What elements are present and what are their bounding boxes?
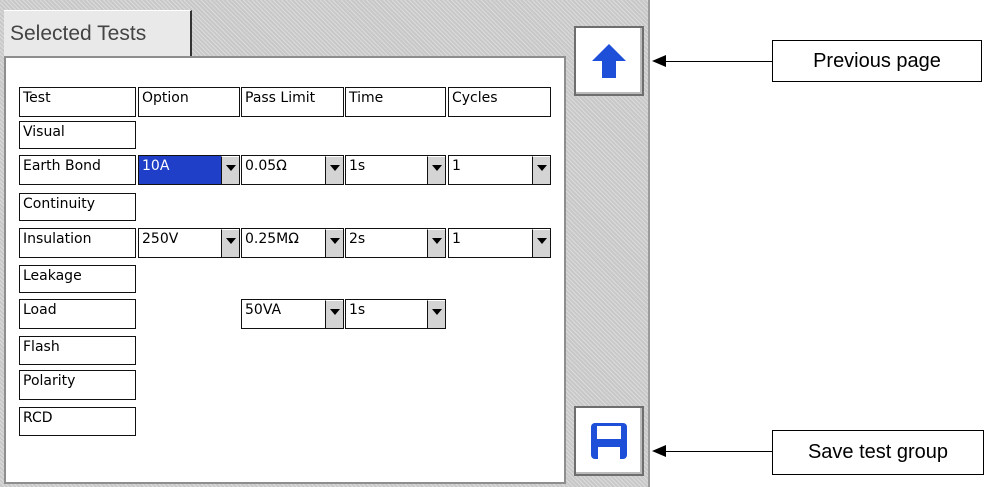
test-row-load[interactable]: Load bbox=[19, 299, 136, 329]
leader-line bbox=[664, 61, 772, 62]
chevron-down-icon[interactable] bbox=[221, 156, 239, 184]
earth-bond-time-dropdown[interactable]: 1s bbox=[345, 155, 446, 185]
chevron-down-icon[interactable] bbox=[325, 300, 343, 328]
dropdown-value: 250V bbox=[142, 231, 179, 247]
earth-bond-cycles-dropdown[interactable]: 1 bbox=[448, 155, 551, 185]
floppy-disk-icon bbox=[591, 423, 627, 459]
dropdown-value: 1 bbox=[452, 231, 461, 247]
chevron-down-icon[interactable] bbox=[427, 156, 445, 184]
test-row-earth-bond[interactable]: Earth Bond bbox=[19, 155, 136, 185]
chevron-down-icon[interactable] bbox=[325, 156, 343, 184]
earth-bond-option-dropdown[interactable]: 10A bbox=[138, 155, 240, 185]
load-time-dropdown[interactable]: 1s bbox=[345, 299, 446, 329]
dropdown-value: 1s bbox=[349, 302, 366, 318]
test-row-insulation[interactable]: Insulation bbox=[19, 228, 136, 258]
tab-label: Selected Tests bbox=[10, 22, 147, 45]
column-header-time: Time bbox=[345, 87, 446, 117]
test-row-rcd[interactable]: RCD bbox=[19, 407, 136, 436]
callout-label: Previous page bbox=[813, 49, 941, 72]
dropdown-value: 0.05Ω bbox=[245, 158, 287, 174]
chevron-down-icon[interactable] bbox=[532, 229, 550, 257]
device-screen: Selected Tests Test Option Pass Limit Ti… bbox=[0, 0, 650, 487]
dropdown-value: 50VA bbox=[245, 302, 282, 318]
insulation-option-dropdown[interactable]: 250V bbox=[138, 228, 240, 258]
chevron-down-icon[interactable] bbox=[427, 300, 445, 328]
load-pass-limit-dropdown[interactable]: 50VA bbox=[241, 299, 344, 329]
chevron-down-icon[interactable] bbox=[221, 229, 239, 257]
dropdown-value: 0.25MΩ bbox=[245, 231, 299, 247]
previous-page-button[interactable] bbox=[574, 26, 644, 96]
earth-bond-pass-limit-dropdown[interactable]: 0.05Ω bbox=[241, 155, 344, 185]
insulation-time-dropdown[interactable]: 2s bbox=[345, 228, 446, 258]
test-row-visual[interactable]: Visual bbox=[19, 121, 136, 149]
column-header-cycles: Cycles bbox=[448, 87, 551, 117]
test-row-continuity[interactable]: Continuity bbox=[19, 193, 136, 221]
save-test-group-button[interactable] bbox=[574, 406, 644, 476]
dropdown-value: 1s bbox=[349, 158, 366, 174]
tab-selected-tests[interactable]: Selected Tests bbox=[4, 10, 192, 56]
callout-previous-page: Previous page bbox=[772, 40, 982, 82]
insulation-cycles-dropdown[interactable]: 1 bbox=[448, 228, 551, 258]
arrow-up-icon bbox=[592, 44, 626, 78]
callout-save-test-group: Save test group bbox=[772, 430, 984, 475]
leader-line bbox=[664, 451, 772, 452]
insulation-pass-limit-dropdown[interactable]: 0.25MΩ bbox=[241, 228, 344, 258]
callout-label: Save test group bbox=[807, 441, 949, 463]
test-row-flash[interactable]: Flash bbox=[19, 336, 136, 365]
dropdown-value: 10A bbox=[142, 158, 170, 174]
chevron-down-icon[interactable] bbox=[532, 156, 550, 184]
column-header-option: Option bbox=[138, 87, 240, 117]
dropdown-value: 1 bbox=[452, 158, 461, 174]
test-row-polarity[interactable]: Polarity bbox=[19, 370, 136, 400]
tests-panel: Test Option Pass Limit Time Cycles Visua… bbox=[4, 56, 566, 484]
column-header-test: Test bbox=[19, 87, 136, 117]
column-header-pass-limit: Pass Limit bbox=[241, 87, 344, 117]
dropdown-value: 2s bbox=[349, 231, 366, 247]
chevron-down-icon[interactable] bbox=[325, 229, 343, 257]
test-row-leakage[interactable]: Leakage bbox=[19, 265, 136, 293]
chevron-down-icon[interactable] bbox=[427, 229, 445, 257]
